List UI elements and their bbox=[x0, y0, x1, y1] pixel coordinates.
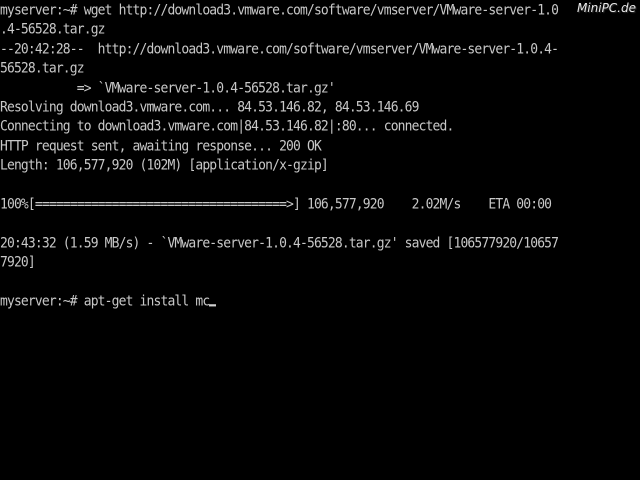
command-input[interactable]: myserver:~# apt-get install mc bbox=[0, 293, 210, 310]
terminal-line: Connecting to download3.vmware.com|84.53… bbox=[0, 118, 454, 136]
terminal-line: HTTP request sent, awaiting response... … bbox=[0, 137, 322, 155]
terminal-line: .4-56528.tar.gz bbox=[0, 21, 106, 39]
terminal-line: Length: 106,577,920 (102M) [application/… bbox=[0, 157, 329, 174]
terminal-line: 56528.tar.gz bbox=[0, 60, 85, 77]
terminal-screen[interactable]: myserver:~# wget http://download3.vmware… bbox=[0, 0, 640, 480]
terminal-output[interactable]: myserver:~# wget http://download3.vmware… bbox=[0, 1, 640, 480]
watermark-logo: MiniPC.de bbox=[576, 1, 636, 15]
terminal-line: 20:43:32 (1.59 MB/s) - `VMware-server-1.… bbox=[0, 234, 559, 252]
terminal-line: => `VMware-server-1.0.4-56528.tar.gz' bbox=[0, 79, 336, 97]
prompt-line[interactable]: myserver:~# apt-get install mc bbox=[0, 291, 640, 312]
text-cursor bbox=[209, 304, 217, 307]
terminal-line: --20:42:28-- http://download3.vmware.com… bbox=[0, 41, 559, 58]
